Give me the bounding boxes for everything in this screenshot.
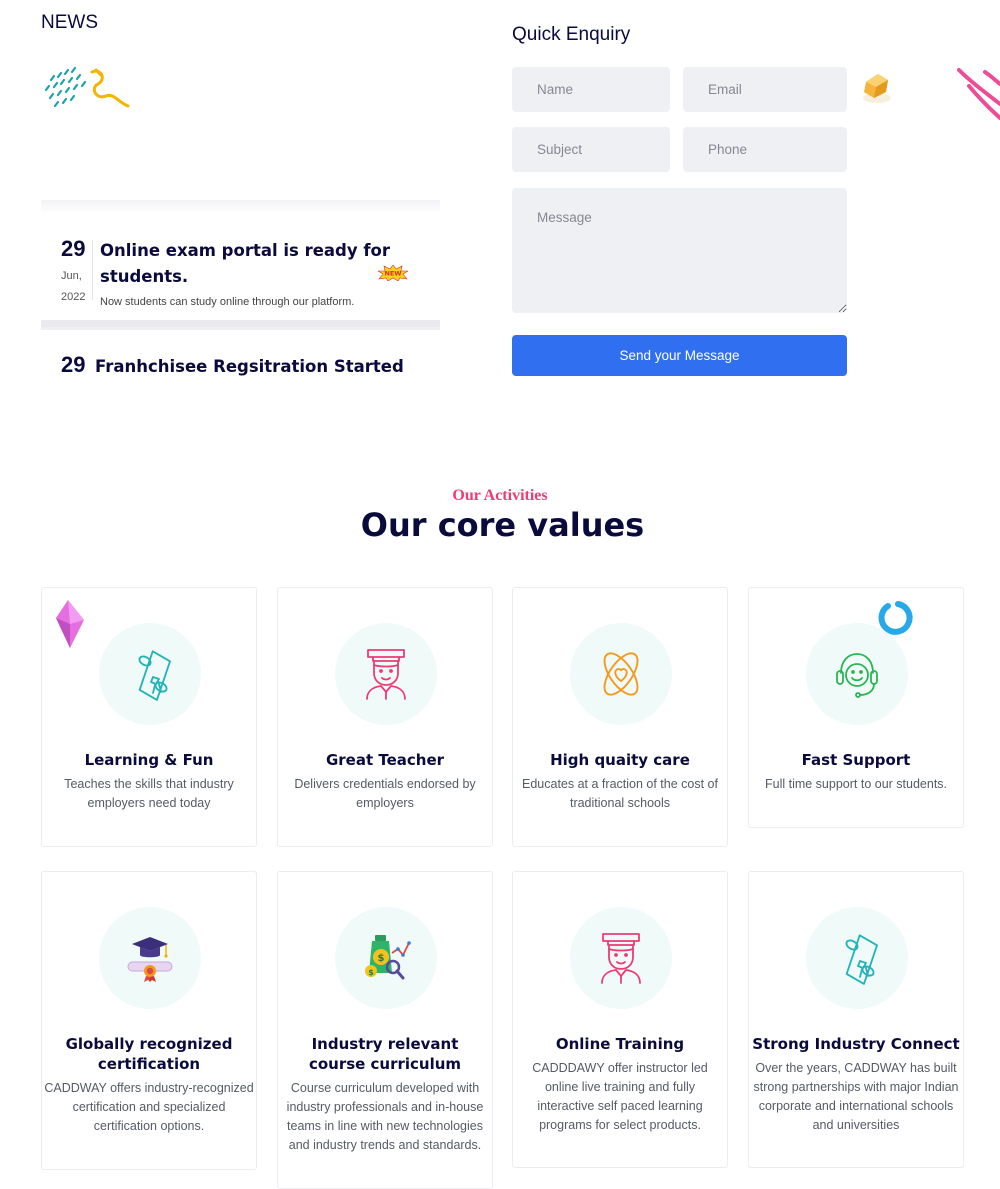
card-title: Industry relevant course curriculum	[308, 1035, 462, 1073]
icon-circle	[335, 623, 437, 725]
value-card[interactable]: Globally recognized certification CADDWA…	[41, 871, 257, 1170]
teacher-icon	[366, 649, 406, 700]
news-fade	[41, 200, 440, 214]
card-title: Strong Industry Connect	[752, 1035, 960, 1053]
value-card[interactable]: Fast Support Full time support to our st…	[748, 587, 964, 828]
news-headline[interactable]: Franhchisee Regsitration Started	[95, 354, 435, 380]
news-item[interactable]: 29 Franhchisee Regsitration Started	[41, 327, 440, 385]
new-badge-icon: NEW	[378, 265, 408, 281]
news-day: 29	[61, 352, 86, 377]
icon-circle	[99, 623, 201, 725]
card-description: Educates at a fraction of the cost of tr…	[522, 777, 718, 810]
news-day: 29	[61, 236, 86, 261]
news-separator	[41, 320, 440, 327]
news-year: 2022	[61, 291, 86, 303]
atom-heart-icon	[603, 652, 639, 696]
card-description: Course curriculum developed with industr…	[286, 1081, 484, 1152]
card-title: Great Teacher	[325, 751, 445, 769]
news-item[interactable]: 29 Jun, 2022 Online exam portal is ready…	[41, 228, 440, 320]
icon-circle	[806, 623, 908, 725]
icon-circle	[570, 623, 672, 725]
card-description: Delivers credentials endorsed by employe…	[294, 777, 476, 810]
section-title: Our core values	[360, 506, 645, 544]
diploma-scroll-icon	[845, 934, 878, 985]
news-headline[interactable]: Online exam portal is ready for students…	[100, 238, 400, 290]
teacher-icon	[601, 933, 641, 984]
card-description: Over the years, CADDWAY has built strong…	[753, 1061, 959, 1132]
news-divider	[92, 240, 93, 300]
icon-circle	[806, 907, 908, 1009]
card-title: Online Training	[555, 1035, 685, 1053]
icon-circle	[570, 907, 672, 1009]
email-field[interactable]	[683, 67, 847, 112]
section-eyebrow: Our Activities	[452, 487, 548, 504]
confetti-decoration-icon	[44, 66, 130, 108]
news-title: NEWS	[41, 12, 98, 33]
svg-text:$: $	[378, 953, 385, 964]
card-description: Teaches the skills that industry employe…	[64, 777, 234, 810]
graduation-cap-certificate-icon	[127, 937, 173, 982]
card-title: Globally recognized certification	[65, 1035, 233, 1073]
money-growth-icon: $ $	[365, 935, 411, 980]
svg-text:$: $	[368, 968, 374, 977]
name-field[interactable]	[512, 67, 670, 112]
new-badge-text: NEW	[384, 270, 401, 278]
news-month: Jun,	[61, 270, 82, 282]
card-title: Fast Support	[801, 751, 911, 769]
cube-decoration-icon	[863, 74, 891, 103]
card-description: Full time support to our students.	[764, 777, 948, 791]
send-message-button[interactable]: Send your Message	[512, 335, 847, 376]
headset-support-icon	[836, 653, 878, 698]
news-description: Now students can study online through ou…	[100, 296, 355, 308]
swoosh-decoration-icon	[957, 68, 1000, 120]
subject-field[interactable]	[512, 127, 670, 172]
value-card[interactable]: Strong Industry Connect Over the years, …	[748, 871, 964, 1168]
card-description: CADDWAY offers industry-recognized certi…	[44, 1081, 254, 1133]
value-card[interactable]: $ $ Industry relevant course curriculum …	[277, 871, 493, 1189]
card-title: Learning & Fun	[84, 751, 214, 769]
news-ticker: 29 Jun, 2022 Online exam portal is ready…	[41, 200, 440, 385]
ring-decoration-icon	[878, 601, 913, 635]
phone-field[interactable]	[683, 127, 847, 172]
message-field[interactable]	[512, 188, 847, 313]
card-description: CADDDAWY offer instructor led online liv…	[532, 1061, 708, 1132]
icon-circle	[99, 907, 201, 1009]
gem-decoration-icon	[56, 600, 84, 648]
enquiry-title: Quick Enquiry	[512, 24, 631, 45]
icon-circle: $ $	[335, 907, 437, 1009]
value-card[interactable]: High quaity care Educates at a fraction …	[512, 587, 728, 847]
diploma-scroll-icon	[138, 650, 171, 701]
value-card[interactable]: Online Training CADDDAWY offer instructo…	[512, 871, 728, 1168]
card-title: High quaity care	[550, 751, 690, 769]
value-card[interactable]: Great Teacher Delivers credentials endor…	[277, 587, 493, 847]
